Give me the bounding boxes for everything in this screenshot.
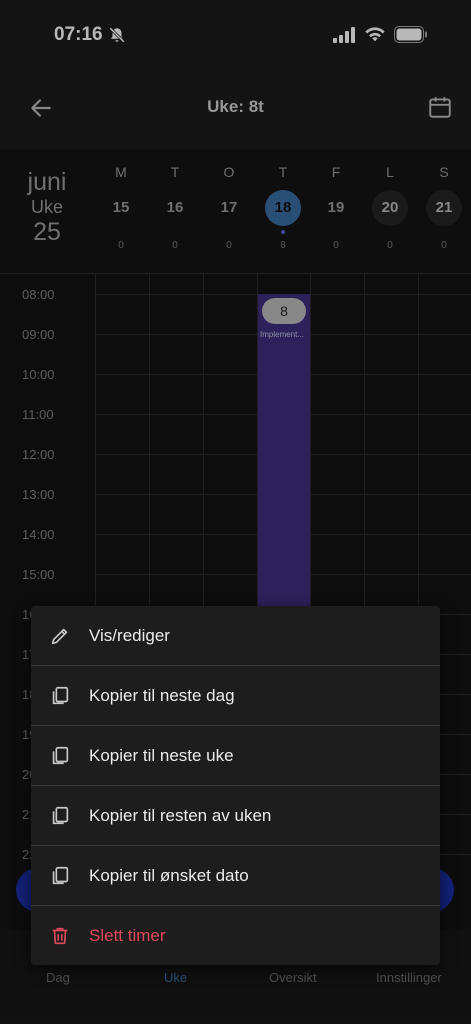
context-menu: Vis/rediger Kopier til neste dag Kopier … (31, 606, 440, 965)
copy-icon (52, 686, 69, 705)
menu-item-copy-rest-of-week[interactable]: Kopier til resten av uken (31, 786, 440, 846)
pencil-icon (51, 628, 68, 645)
menu-item-label: Kopier til neste dag (89, 686, 235, 705)
menu-item-label: Kopier til ønsket dato (89, 866, 249, 885)
menu-item-label: Vis/rediger (89, 626, 170, 645)
menu-item-label: Slett timer (89, 926, 166, 945)
menu-item-view-edit[interactable]: Vis/rediger (31, 606, 440, 666)
menu-item-label: Kopier til resten av uken (89, 806, 272, 825)
copy-icon (52, 806, 69, 825)
copy-icon (52, 866, 69, 885)
menu-item-copy-next-week[interactable]: Kopier til neste uke (31, 726, 440, 786)
copy-icon (52, 746, 69, 765)
menu-item-copy-to-date[interactable]: Kopier til ønsket dato (31, 846, 440, 906)
menu-item-copy-next-day[interactable]: Kopier til neste dag (31, 666, 440, 726)
menu-item-delete-hours[interactable]: Slett timer (31, 906, 440, 966)
trash-icon (52, 927, 68, 945)
menu-item-label: Kopier til neste uke (89, 746, 234, 765)
